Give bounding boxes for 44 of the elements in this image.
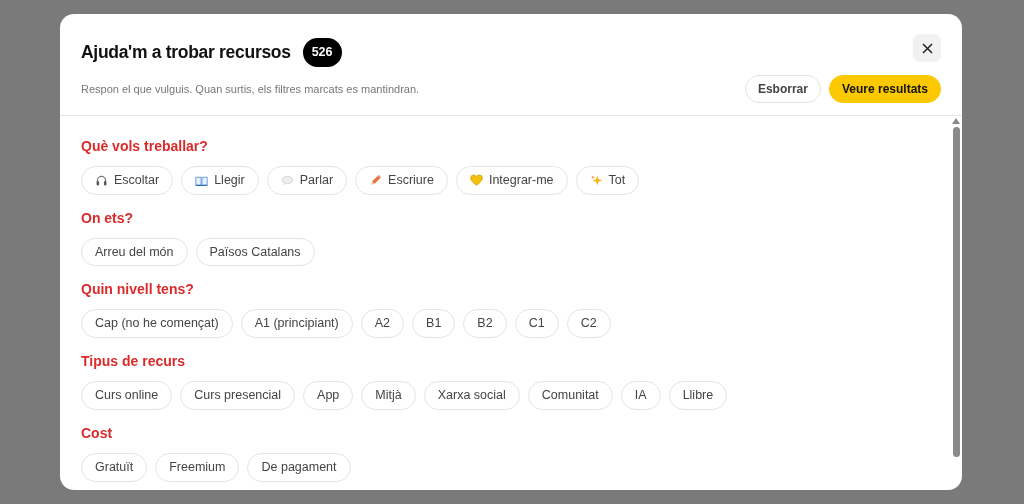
- filter-chip[interactable]: IA: [620, 381, 661, 410]
- filter-chip[interactable]: Curs presencial: [180, 381, 296, 410]
- question-heading: Quin nivell tens?: [81, 280, 195, 300]
- filter-chip[interactable]: Parlar: [266, 165, 348, 195]
- filter-chip[interactable]: Cap (no he començat): [81, 309, 233, 338]
- close-button[interactable]: [913, 34, 941, 62]
- scroll-up-icon[interactable]: [952, 117, 960, 124]
- filter-chip[interactable]: Comunitat: [527, 381, 613, 410]
- clear-button[interactable]: Esborrar: [744, 74, 821, 103]
- filter-chip[interactable]: Curs online: [81, 381, 173, 410]
- filter-chip[interactable]: App: [303, 381, 354, 410]
- question-heading: Tipus de recurs: [81, 352, 186, 371]
- filter-chip[interactable]: Escriure: [355, 165, 448, 195]
- filter-chip[interactable]: Mitjà: [361, 381, 416, 410]
- close-icon: [921, 42, 933, 54]
- speech-bubble-icon: [280, 173, 294, 187]
- filter-chip[interactable]: C1: [514, 309, 559, 338]
- filter-chip[interactable]: Integrar-me: [455, 165, 568, 195]
- filter-chip[interactable]: Freemium: [155, 452, 240, 482]
- dialog-title: Ajuda'm a trobar recursos: [81, 41, 291, 65]
- question-heading: Cost: [81, 423, 114, 443]
- sparkles-icon: [589, 173, 603, 187]
- headphones-icon: [95, 173, 108, 187]
- filter-chip[interactable]: Llibre: [668, 381, 728, 410]
- filter-chip[interactable]: De pagament: [247, 452, 351, 482]
- question-heading: On ets?: [81, 208, 135, 228]
- filter-chip[interactable]: Països Catalans: [195, 237, 315, 267]
- filter-chip[interactable]: C2: [566, 309, 611, 338]
- filter-chip[interactable]: Tot: [575, 165, 640, 195]
- filter-chip[interactable]: Arreu del món: [81, 237, 188, 267]
- filter-chip[interactable]: Escoltar: [81, 165, 174, 195]
- filter-chip[interactable]: A2: [360, 309, 405, 338]
- pencil-icon: [369, 173, 383, 187]
- filter-chip[interactable]: Gratuït: [81, 452, 148, 482]
- result-count: 526: [302, 38, 342, 67]
- heart-icon: [469, 173, 483, 187]
- filter-chip[interactable]: Llegir: [181, 165, 259, 195]
- dialog-subtitle: Respon el que vulguis. Quan surtis, els filtres marcats es mantindran.: [81, 81, 420, 97]
- filter-chip[interactable]: B1: [412, 309, 456, 338]
- results-button[interactable]: Veure resultats: [828, 74, 941, 103]
- filter-chip[interactable]: A1 (principiant): [240, 309, 353, 338]
- filter-chip[interactable]: B2: [463, 309, 507, 338]
- question-heading: Què vols treballar?: [81, 136, 209, 156]
- filter-chip[interactable]: Xarxa social: [423, 381, 520, 410]
